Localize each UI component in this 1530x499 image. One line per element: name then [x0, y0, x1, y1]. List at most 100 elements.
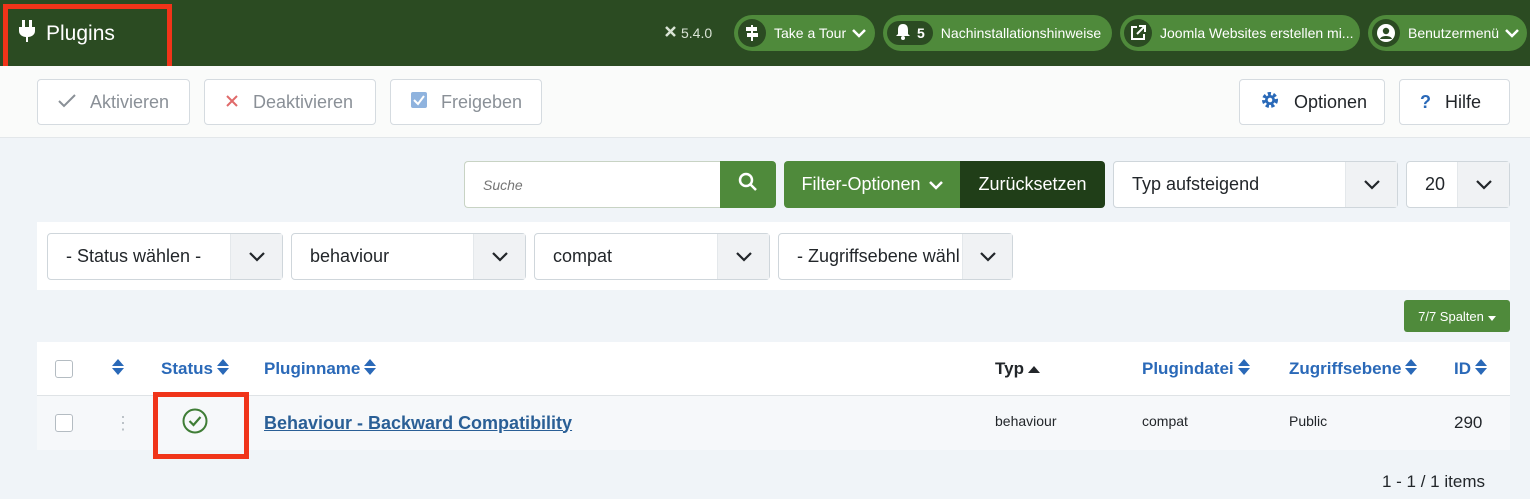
question-icon: ?: [1420, 91, 1431, 112]
select-all-cell: [55, 342, 73, 396]
chevron-down-icon: [962, 234, 1012, 279]
sort-icon: [112, 358, 124, 380]
chevron-down-icon: [473, 234, 525, 279]
name-header-label: Pluginname: [264, 359, 361, 378]
notification-count: 5: [917, 25, 925, 41]
search-button[interactable]: [720, 161, 776, 208]
type-header-label: Typ: [995, 359, 1024, 378]
sort-icon: [1237, 358, 1250, 380]
top-header: Plugins 5.4.0 Take a Tour 5 Nachinstalla…: [0, 0, 1530, 66]
approve-button[interactable]: Freigeben: [390, 79, 542, 125]
joomla-logo-icon: [664, 25, 677, 41]
version-info: 5.4.0: [664, 25, 712, 41]
post-install-messages-button[interactable]: 5 Nachinstallationshinweise: [883, 15, 1112, 51]
search-icon: [738, 172, 758, 197]
status-value: - Status wählen -: [66, 246, 202, 266]
element-select[interactable]: compat: [534, 233, 770, 280]
chevron-down-icon: [928, 174, 943, 195]
gear-icon: [1260, 90, 1280, 115]
chevron-down-icon: [1457, 162, 1509, 207]
plugin-id-cell: 290: [1454, 413, 1483, 432]
element-value: compat: [553, 246, 613, 266]
search-group: [464, 161, 776, 208]
sort-icon: [1405, 358, 1418, 380]
plugin-name-link[interactable]: Behaviour - Backward Compatibility: [264, 413, 572, 434]
help-button[interactable]: ? Hilfe: [1399, 79, 1510, 125]
chevron-down-icon: [717, 234, 769, 279]
status-select[interactable]: - Status wählen -: [47, 233, 283, 280]
help-label: Hilfe: [1445, 91, 1482, 112]
caret-down-icon: [1487, 309, 1496, 324]
deactivate-label: Deaktivieren: [253, 91, 354, 112]
approve-label: Freigeben: [441, 91, 523, 112]
sort-ascending-icon: [1027, 359, 1040, 379]
search-input[interactable]: [464, 161, 720, 208]
enabled-check-circle-icon: [182, 408, 208, 439]
select-all-checkbox[interactable]: [55, 360, 73, 378]
cross-icon: [225, 92, 239, 113]
id-header-label: ID: [1454, 359, 1471, 378]
sort-value: Typ aufsteigend: [1132, 174, 1260, 194]
sort-icon: [216, 358, 229, 380]
filter-options-button[interactable]: Filter-Optionen: [784, 161, 960, 208]
limit-select[interactable]: 20: [1406, 161, 1510, 208]
ordering-sort-header[interactable]: [112, 342, 124, 396]
type-value: behaviour: [310, 246, 390, 266]
plug-icon: [18, 20, 36, 48]
access-select[interactable]: - Zugriffsebene wähl: [778, 233, 1013, 280]
external-site-label: Joomla Websites erstellen mi...: [1160, 25, 1354, 41]
user-menu-button[interactable]: Benutzermenü: [1368, 15, 1527, 51]
type-column-header[interactable]: Typ: [995, 342, 1040, 396]
signpost-icon: [738, 19, 766, 47]
notification-badge: 5: [887, 21, 933, 45]
plugin-type-cell: behaviour: [995, 413, 1057, 429]
plugins-table: Status Pluginname Typ Plugindatei Zugrif…: [37, 342, 1510, 450]
sort-icon: [1475, 358, 1487, 380]
chevron-down-icon: [230, 234, 282, 279]
take-a-tour-button[interactable]: Take a Tour: [734, 15, 875, 51]
options-label: Optionen: [1294, 91, 1368, 112]
plugin-access-cell: Public: [1289, 413, 1328, 429]
post-install-label: Nachinstallationshinweise: [940, 25, 1102, 41]
row-checkbox[interactable]: [55, 414, 73, 432]
table-row: ⋮ Behaviour - Backward Compatibility beh…: [37, 396, 1510, 450]
deactivate-button[interactable]: Deaktivieren: [204, 79, 376, 125]
id-column-header[interactable]: ID: [1454, 342, 1487, 396]
columns-toggle-button[interactable]: 7/7 Spalten: [1404, 300, 1510, 332]
filter-options-label: Filter-Optionen: [801, 174, 921, 194]
file-column-header[interactable]: Plugindatei: [1142, 342, 1250, 396]
reset-button[interactable]: Zurücksetzen: [960, 161, 1105, 208]
activate-label: Aktivieren: [90, 91, 170, 112]
sort-select[interactable]: Typ aufsteigend: [1113, 161, 1398, 208]
type-select[interactable]: behaviour: [291, 233, 526, 280]
drag-handle-icon[interactable]: ⋮: [114, 396, 132, 450]
status-header-label: Status: [161, 359, 213, 378]
activate-button[interactable]: Aktivieren: [37, 79, 190, 125]
page-title: Plugins: [46, 22, 115, 45]
status-column-header[interactable]: Status: [161, 342, 229, 396]
pagination-info: 1 - 1 / 1 items: [1382, 472, 1485, 491]
toolbar: Aktivieren Deaktivieren Freigeben Option…: [0, 66, 1530, 138]
columns-label: 7/7 Spalten: [1418, 308, 1484, 324]
checkbox-checked-icon: [411, 91, 427, 113]
plugin-name-cell: Behaviour - Backward Compatibility: [264, 396, 572, 450]
external-site-button[interactable]: Joomla Websites erstellen mi...: [1120, 15, 1360, 51]
version-label: 5.4.0: [681, 25, 713, 41]
chevron-down-icon: [1505, 25, 1519, 41]
table-header-row: Status Pluginname Typ Plugindatei Zugrif…: [37, 342, 1510, 396]
name-column-header[interactable]: Pluginname: [264, 342, 377, 396]
page-brand: Plugins: [18, 20, 115, 48]
chevron-down-icon: [852, 25, 867, 41]
status-toggle[interactable]: [182, 396, 208, 450]
user-menu-label: Benutzermenü: [1408, 25, 1500, 41]
reset-label: Zurücksetzen: [978, 174, 1087, 194]
bell-icon: [895, 23, 911, 43]
access-column-header[interactable]: Zugriffsebene: [1289, 342, 1418, 396]
sort-icon: [364, 358, 377, 380]
plugin-file-cell: compat: [1142, 413, 1188, 429]
access-header-label: Zugriffsebene: [1289, 359, 1402, 378]
external-link-icon: [1124, 19, 1152, 47]
row-select-cell: [55, 396, 73, 450]
check-icon: [58, 92, 76, 113]
options-button[interactable]: Optionen: [1239, 79, 1385, 125]
